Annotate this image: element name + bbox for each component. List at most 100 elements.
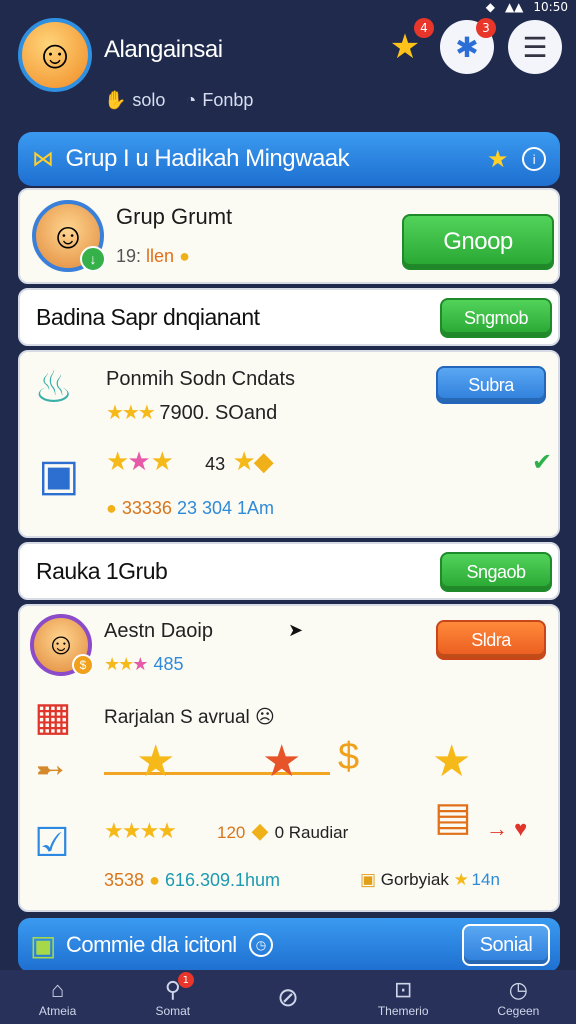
nav-label: Somat bbox=[155, 1004, 191, 1018]
star-icon: ★ bbox=[106, 446, 129, 476]
meta-solo: ✋ solo bbox=[104, 90, 165, 111]
group-button[interactable]: Gnoop bbox=[402, 214, 554, 270]
section-header-2: Rauka 1Grub Sngaob bbox=[18, 542, 560, 600]
info-icon[interactable]: i bbox=[522, 147, 546, 171]
red-star-icon: ★ bbox=[262, 737, 302, 786]
reward-value: 7900. SOand bbox=[159, 402, 278, 424]
event-coins: 3538 bbox=[104, 870, 145, 890]
globe-icon: ◔ bbox=[185, 90, 197, 110]
rewards-star-button[interactable]: ★ 4 bbox=[378, 18, 434, 74]
nav-item-shop[interactable]: ⊡ Themerio bbox=[358, 976, 448, 1018]
player-card: ☺ $ Aestn Daoip ★★★ 485 ➤ Sldra ▦ Rarjal… bbox=[18, 604, 560, 912]
player-button[interactable]: Sldra bbox=[436, 620, 546, 660]
player-name: Aestn Daoip bbox=[104, 620, 213, 642]
gift-value: 14n bbox=[471, 870, 500, 889]
event-value-a: 120 bbox=[217, 823, 246, 842]
profile-avatar[interactable]: ☺ bbox=[18, 18, 92, 92]
profile-meta: ✋ solo ◔ Fonbp bbox=[104, 90, 253, 111]
nav-label: Cegeen bbox=[497, 1004, 540, 1018]
player-avatar: ☺ $ bbox=[30, 614, 94, 676]
group-avatar: ☺ ↓ bbox=[32, 200, 106, 272]
compass-icon: ⊘ bbox=[277, 981, 299, 1012]
signal-icon: ▲▲ bbox=[504, 0, 524, 14]
reward-coins-row: ● 33336 23 304 1Am bbox=[106, 498, 274, 519]
social-button[interactable]: Sonial bbox=[462, 924, 550, 966]
section-label: Badina Sapr dnqianant bbox=[36, 304, 260, 330]
meta-fonbp-label: Fonbp bbox=[202, 90, 254, 110]
home-icon: ⌂ bbox=[50, 977, 65, 1002]
pink-star-icon: ★ bbox=[127, 446, 151, 476]
reward-value-row: ★★★ 7900. SOand bbox=[106, 400, 277, 425]
coin-icon: ● bbox=[106, 498, 117, 518]
download-icon: ↓ bbox=[80, 246, 106, 272]
nav-item-clock[interactable]: ◷ Cegeen bbox=[473, 976, 563, 1018]
avatar-face-icon: ☺ bbox=[45, 628, 77, 661]
star-icon: ★ bbox=[486, 145, 509, 173]
group-banner: ⋈ Grup I u Hadikah Mingwaak ★ i bbox=[18, 132, 560, 186]
player-score-row: ★★★ 485 bbox=[104, 654, 183, 675]
nav-item-search[interactable]: ⚲ 1 Somat bbox=[128, 972, 218, 1018]
section-1-button[interactable]: Sngmob bbox=[440, 298, 552, 338]
group-title: Grup Grumt bbox=[116, 204, 233, 229]
banner-title: Grup I u Hadikah Mingwaak bbox=[65, 145, 350, 172]
gift-row: ▣ Gorbyiak ★ 14n bbox=[360, 870, 500, 890]
tablet-icon: ▣ bbox=[38, 451, 80, 500]
section-label: Rauka 1Grub bbox=[36, 558, 168, 584]
coin-icon: ● bbox=[149, 870, 160, 890]
reward-card: ♨ Ponmih Sodn Cndats ★★★ 7900. SOand Sub… bbox=[18, 350, 560, 538]
treasure-icon: ▤ bbox=[434, 795, 472, 839]
gift-icon: ▦ bbox=[34, 695, 72, 739]
star-icon: ★★ bbox=[104, 654, 134, 674]
task-board-icon: ☑ bbox=[34, 821, 70, 865]
player-score: 485 bbox=[153, 654, 184, 674]
bottom-nav: ⌂ Atmeia ⚲ 1 Somat ⊘ ⊡ Themerio ◷ Cegeen bbox=[0, 970, 576, 1024]
cauldron-icon: ♨ bbox=[34, 363, 74, 412]
meta-fonbp: ◔ Fonbp bbox=[185, 90, 253, 111]
wifi-icon: ◆ bbox=[485, 0, 495, 14]
event-coins-row: 3538 ● 616.309.1hum bbox=[104, 870, 280, 891]
notification-badge: 1 bbox=[177, 972, 194, 988]
group-subtitle-highlight: llen bbox=[146, 246, 175, 266]
avatar-face-icon: ☺ bbox=[34, 32, 76, 77]
hand-icon: ✋ bbox=[104, 90, 127, 110]
reward-stars-row: ★★★ 43 ★◆ bbox=[106, 446, 274, 477]
smile-icon: ☹ bbox=[255, 707, 275, 728]
event-values-row: ★★★★ 120 ◆ 0 Raudiar bbox=[104, 818, 348, 844]
star-icon: ★ bbox=[453, 870, 469, 889]
cube-icon: ▣ bbox=[30, 929, 56, 961]
event-title-row: Rarjalan S avrual ☹ bbox=[104, 706, 275, 729]
big-star-icon: ★ bbox=[432, 737, 472, 786]
puzzle-button[interactable]: ✱ 3 bbox=[440, 18, 496, 74]
nav-item-compass[interactable]: ⊘ bbox=[243, 981, 333, 1012]
menu-button[interactable]: ☰ bbox=[508, 20, 562, 74]
star-icon: ★ bbox=[150, 446, 174, 476]
heart-icon: → ♥ bbox=[486, 816, 528, 841]
nav-label: Themerio bbox=[377, 1004, 429, 1018]
community-label: Commie dla icitonl bbox=[65, 932, 237, 957]
gem-icon: ◆ bbox=[251, 818, 269, 843]
group-subtitle: 19: llen ● bbox=[116, 246, 190, 267]
nav-label: Atmeia bbox=[38, 1004, 77, 1018]
status-bar: ◆ ▲▲ 10:50 bbox=[486, 0, 568, 14]
section-2-button[interactable]: Sngaob bbox=[440, 552, 552, 592]
event-value-b: 0 Raudiar bbox=[274, 823, 349, 842]
notification-badge: 4 bbox=[414, 18, 434, 38]
profile-header: ☺ Alangainsai ✋ solo ◔ Fonbp ★ 4 ✱ 3 ☰ bbox=[0, 14, 576, 124]
clock-icon: ◷ bbox=[248, 933, 273, 957]
gem-icon: ◆ bbox=[253, 446, 274, 476]
bow-icon: ⋈ bbox=[32, 146, 54, 171]
scroll-icon: ➸ bbox=[36, 751, 65, 789]
nav-item-home[interactable]: ⌂ Atmeia bbox=[13, 976, 103, 1018]
meta-solo-label: solo bbox=[132, 90, 166, 110]
reward-button[interactable]: Subra bbox=[436, 366, 546, 404]
reward-coins: 33336 bbox=[121, 498, 172, 518]
big-star-icon: ★ bbox=[136, 737, 176, 786]
cursor-icon: ➤ bbox=[288, 620, 304, 640]
reward-count: 43 bbox=[205, 454, 226, 474]
rating-stars-icon: ★★★★ bbox=[104, 818, 177, 843]
coin-icon: ● bbox=[179, 246, 190, 266]
reward-title: Ponmih Sodn Cndats bbox=[106, 368, 296, 390]
pink-star-icon: ★ bbox=[132, 654, 149, 674]
hamburger-icon: ☰ bbox=[522, 31, 548, 63]
star-icon: ★ bbox=[232, 446, 255, 476]
